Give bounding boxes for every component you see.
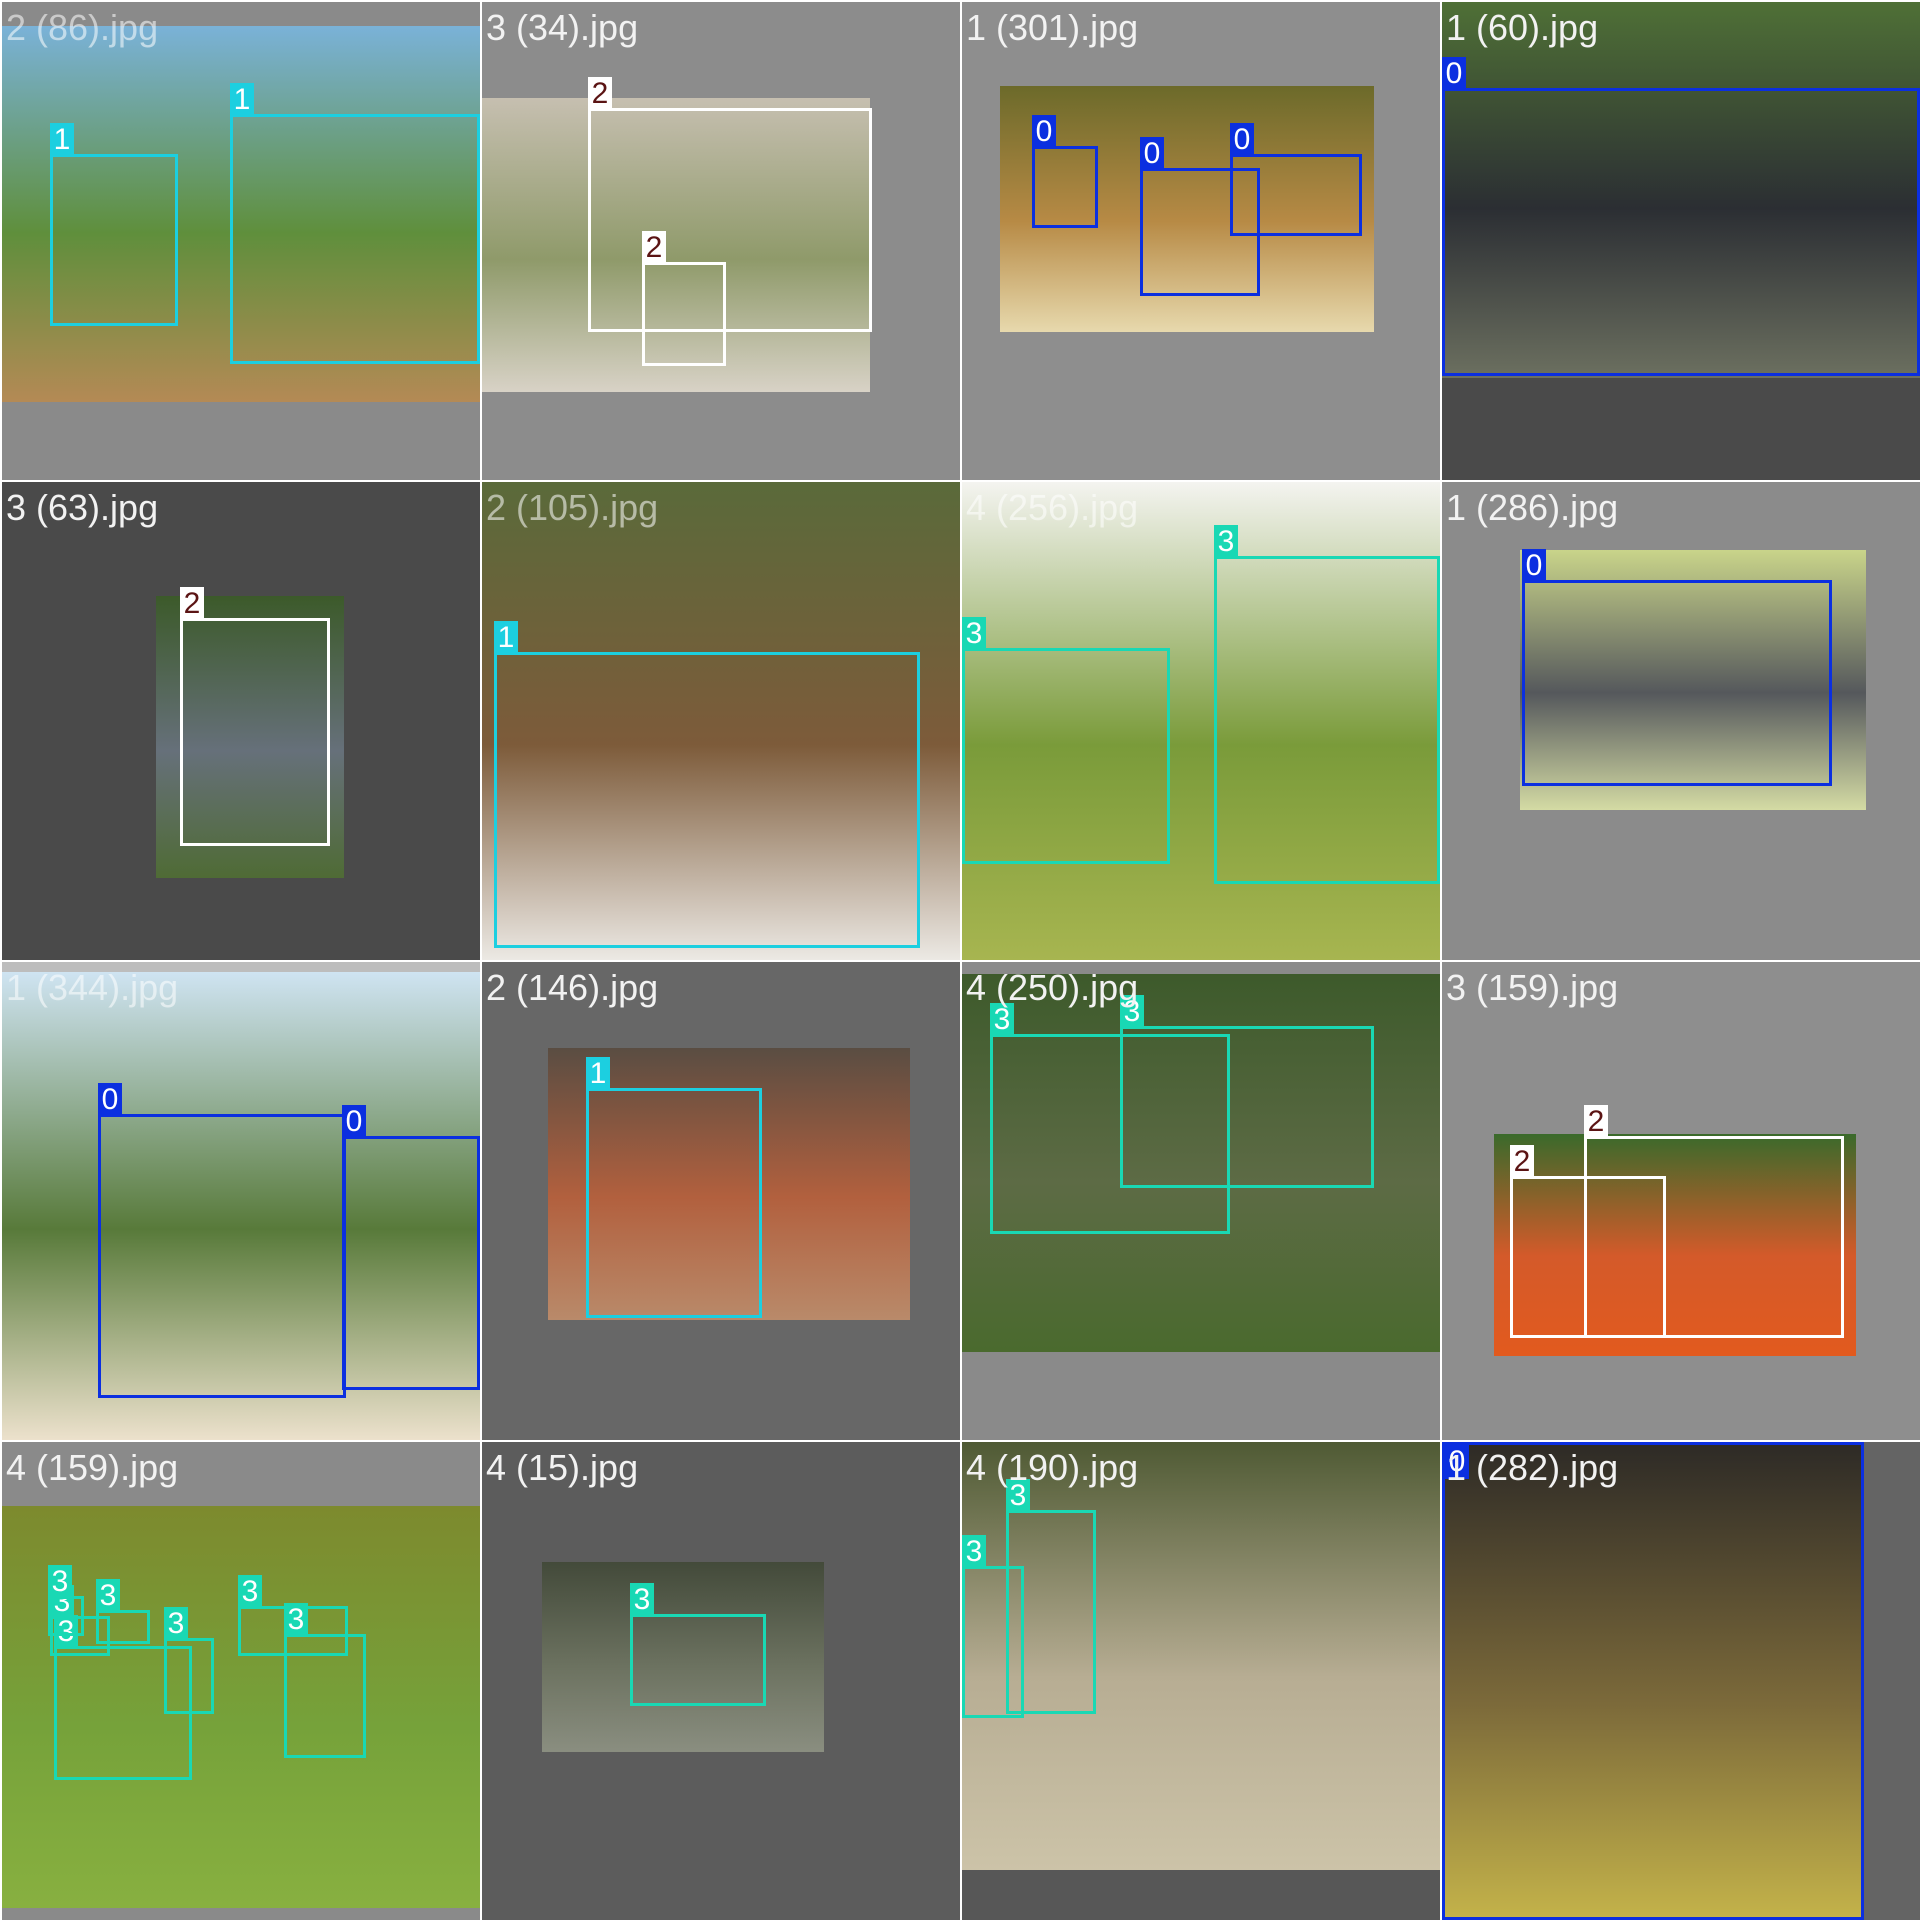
box-class-label: 0 [1442, 57, 1466, 91]
grid-tile: 2 (86).jpg 1 1 [2, 2, 480, 480]
grid-tile: 4 (190).jpg 3 3 [962, 1442, 1440, 1920]
tile-filename: 4 (250).jpg [966, 967, 1139, 1008]
tile-filename: 4 (256).jpg [966, 487, 1139, 528]
box-class-label: 2 [1510, 1145, 1534, 1179]
box-class-label: 3 [48, 1565, 72, 1599]
box-class-label: 3 [630, 1583, 654, 1617]
bounding-box: 2 [180, 587, 330, 846]
tile-filename: 1 (60).jpg [1446, 7, 1599, 48]
box-class-label: 2 [180, 587, 204, 621]
box-class-label: 2 [642, 231, 666, 265]
box-class-label: 3 [962, 1535, 986, 1569]
box-class-label: 3 [962, 617, 986, 651]
tile-filename: 3 (63).jpg [6, 487, 159, 528]
grid-tile: 4 (159).jpg 3 3 3 3 3 3 3 [2, 1442, 480, 1920]
bounding-box: 0 [98, 1083, 346, 1398]
tile-filename: 4 (15).jpg [486, 1447, 639, 1488]
box-class-label: 1 [494, 621, 518, 655]
box-class-label: 2 [1584, 1105, 1608, 1139]
bounding-box: 3 [48, 1565, 84, 1636]
bounding-box: 0 [1522, 549, 1832, 786]
tile-filename: 1 (282).jpg [1446, 1447, 1619, 1488]
grid-tile: 3 (34).jpg 2 2 [482, 2, 960, 480]
grid-tile: 3 (159).jpg 2 2 [1442, 962, 1920, 1440]
bounding-box: 0 [1032, 115, 1098, 228]
box-class-label: 3 [1214, 525, 1238, 559]
grid-tile: 1 (286).jpg 0 [1442, 482, 1920, 960]
grid-tile: 3 (63).jpg 2 [2, 482, 480, 960]
grid-tile: 1 (344).jpg 0 0 [2, 962, 480, 1440]
box-class-label: 3 [284, 1603, 308, 1637]
box-class-label: 0 [1032, 115, 1056, 149]
bounding-box: 3 [284, 1603, 366, 1758]
detection-grid: 2 (86).jpg 1 1 3 (34).jpg 2 2 1 (301).jp… [0, 0, 1920, 1920]
box-class-label: 1 [586, 1057, 610, 1091]
bounding-box: 3 [96, 1579, 150, 1644]
grid-tile: 2 (105).jpg 1 [482, 482, 960, 960]
bounding-box: 0 [342, 1105, 480, 1390]
grid-tile: 4 (256).jpg 3 3 [962, 482, 1440, 960]
grid-tile: 1 (282).jpg 0 [1442, 1442, 1920, 1920]
tile-filename: 1 (344).jpg [6, 967, 179, 1008]
box-class-label: 2 [588, 77, 612, 111]
box-class-label: 0 [1140, 137, 1164, 171]
bounding-box: 0 [1230, 123, 1362, 236]
bounding-box: 0 [1442, 1442, 1864, 1920]
bounding-box: 3 [1214, 525, 1440, 884]
box-class-label: 0 [1522, 549, 1546, 583]
box-class-label: 1 [230, 83, 254, 117]
bounding-box: 3 [164, 1607, 214, 1714]
bounding-box: 3 [962, 1535, 1024, 1718]
bounding-box: 1 [586, 1057, 762, 1318]
box-class-label: 0 [1230, 123, 1254, 157]
tile-filename: 3 (34).jpg [486, 7, 639, 48]
grid-tile: 1 (60).jpg 0 [1442, 2, 1920, 480]
tile-filename: 4 (159).jpg [6, 1447, 179, 1488]
grid-tile: 4 (250).jpg 3 3 [962, 962, 1440, 1440]
grid-tile: 2 (146).jpg 1 [482, 962, 960, 1440]
box-class-label: 1 [50, 123, 74, 157]
box-class-label: 3 [238, 1575, 262, 1609]
tile-filename: 2 (86).jpg [6, 7, 159, 48]
bounding-box: 1 [50, 123, 178, 326]
tile-filename: 1 (286).jpg [1446, 487, 1619, 528]
bounding-box: 3 [962, 617, 1170, 864]
tile-filename: 4 (190).jpg [966, 1447, 1139, 1488]
bounding-box: 0 [1442, 57, 1920, 376]
bounding-box: 2 [1510, 1145, 1666, 1338]
box-class-label: 3 [96, 1579, 120, 1613]
tile-filename: 2 (146).jpg [486, 967, 659, 1008]
bounding-box: 3 [1120, 995, 1374, 1188]
box-class-label: 0 [342, 1105, 366, 1139]
tile-filename: 3 (159).jpg [1446, 967, 1619, 1008]
tile-filename: 1 (301).jpg [966, 7, 1139, 48]
bounding-box: 1 [230, 83, 480, 364]
grid-tile: 4 (15).jpg 3 [482, 1442, 960, 1920]
tile-filename: 2 (105).jpg [486, 487, 659, 528]
box-class-label: 0 [98, 1083, 122, 1117]
bounding-box: 2 [642, 231, 726, 366]
bounding-box: 1 [494, 621, 920, 948]
box-class-label: 3 [164, 1607, 188, 1641]
bounding-box: 2 [588, 77, 872, 332]
bounding-box: 3 [630, 1583, 766, 1706]
grid-tile: 1 (301).jpg 0 0 0 [962, 2, 1440, 480]
